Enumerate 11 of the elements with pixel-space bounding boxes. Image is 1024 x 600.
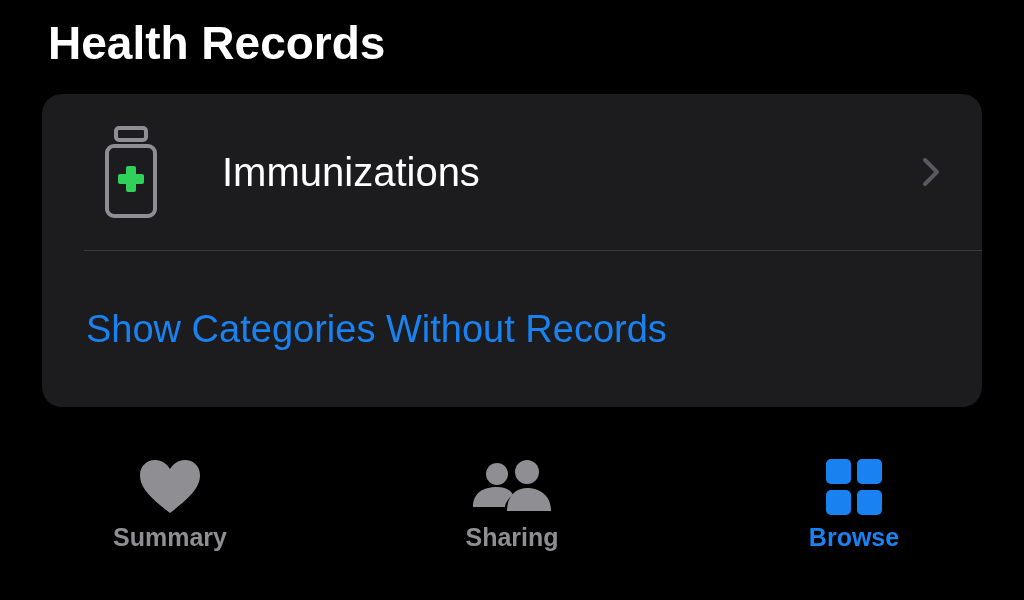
tab[interactable]: Browse (726, 459, 982, 552)
record-row[interactable]: Immunizations (42, 94, 982, 250)
record-label: Immunizations (222, 149, 481, 195)
vial-icon (104, 126, 158, 218)
chevron-icon (922, 157, 940, 187)
tab[interactable]: Sharing (384, 459, 640, 552)
tab[interactable]: Summary (42, 459, 298, 552)
show-categories-link[interactable]: Show Categories Without Records (86, 251, 667, 407)
page-title: Health Records (48, 16, 386, 71)
heart-icon (139, 459, 201, 515)
grid-icon (825, 459, 883, 515)
